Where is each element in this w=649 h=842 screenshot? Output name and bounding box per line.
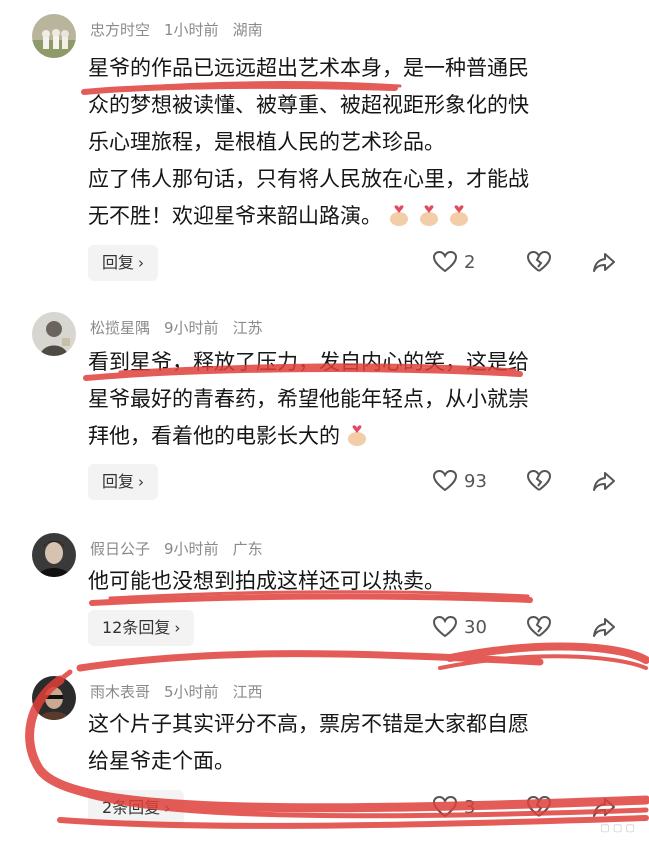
share-arrow-icon [593, 798, 615, 817]
avatar[interactable] [32, 676, 76, 720]
chevron-right-icon: › [174, 619, 181, 637]
timestamp: 5小时前 [164, 683, 219, 701]
share-button[interactable] [592, 796, 616, 818]
comment-meta: 忠方时空 1小时前 湖南 [90, 19, 277, 40]
comment-text: 星爷的作品已远远超出艺术本身，是一种普通民 众的梦想被读懂、被尊重、被超视距形象… [88, 56, 529, 228]
timestamp: 9小时前 [164, 319, 219, 337]
chevron-right-icon: › [138, 254, 145, 272]
like-button[interactable]: 2 [432, 250, 475, 274]
avatar[interactable] [32, 312, 76, 356]
comment-meta: 松揽星隅 9小时前 江苏 [90, 317, 277, 338]
username[interactable]: 忠方时空 [90, 21, 150, 39]
finger-heart-emoji [386, 202, 412, 228]
broken-heart-icon [526, 469, 552, 491]
location: 广东 [232, 540, 263, 558]
finger-heart-emoji [416, 202, 442, 228]
broken-heart-icon [526, 795, 552, 817]
timestamp: 9小时前 [164, 540, 219, 558]
broken-heart-icon [526, 615, 552, 637]
share-arrow-icon [593, 618, 615, 637]
location: 江苏 [232, 319, 263, 337]
comment-text: 这个片子其实评分不高，票房不错是大家都自愿 给星爷走个面。 [88, 712, 529, 773]
share-arrow-icon [593, 472, 615, 491]
heart-outline-icon [432, 469, 458, 492]
location: 湖南 [232, 21, 263, 39]
chevron-right-icon: › [164, 799, 171, 817]
like-button[interactable]: 3 [432, 795, 475, 819]
like-button[interactable]: 30 [432, 615, 487, 639]
finger-heart-emoji [446, 202, 472, 228]
chevron-right-icon: › [138, 473, 145, 491]
finger-heart-emoji [344, 422, 370, 448]
like-count: 2 [464, 251, 476, 273]
like-count: 3 [464, 796, 476, 818]
like-count: 30 [464, 616, 487, 638]
broken-heart-icon [526, 250, 552, 272]
share-button[interactable] [592, 470, 616, 492]
comment-text: 他可能也没想到拍成这样还可以热卖。 [88, 569, 445, 593]
username[interactable]: 雨木表哥 [90, 683, 150, 701]
share-arrow-icon [593, 253, 615, 272]
heart-outline-icon [432, 615, 458, 638]
dislike-button[interactable] [526, 615, 552, 639]
avatar[interactable] [32, 533, 76, 577]
like-button[interactable]: 93 [432, 469, 487, 493]
share-button[interactable] [592, 616, 616, 638]
username[interactable]: 松揽星隅 [90, 319, 150, 337]
reply-button[interactable]: 回复 › [88, 464, 159, 500]
location: 江西 [232, 683, 263, 701]
comment-meta: 雨木表哥 5小时前 江西 [90, 681, 277, 702]
comment-meta: 假日公子 9小时前 广东 [90, 538, 277, 559]
share-button[interactable] [592, 251, 616, 273]
comment-text: 看到星爷，释放了压力，发自内心的笑，这是给 星爷最好的青春药，希望他能年轻点，从… [88, 350, 529, 448]
timestamp: 1小时前 [164, 21, 219, 39]
username[interactable]: 假日公子 [90, 540, 150, 558]
like-count: 93 [464, 470, 487, 492]
watermark: ▢ ▢ ▢ [600, 823, 635, 834]
dislike-button[interactable] [526, 250, 552, 274]
reply-button[interactable]: 回复 › [88, 245, 159, 281]
dislike-button[interactable] [526, 795, 552, 819]
dislike-button[interactable] [526, 469, 552, 493]
reply-button[interactable]: 2条回复 › [88, 790, 185, 826]
reply-button[interactable]: 12条回复 › [88, 610, 195, 646]
heart-outline-icon [432, 795, 458, 818]
avatar[interactable] [32, 14, 76, 58]
heart-outline-icon [432, 250, 458, 273]
